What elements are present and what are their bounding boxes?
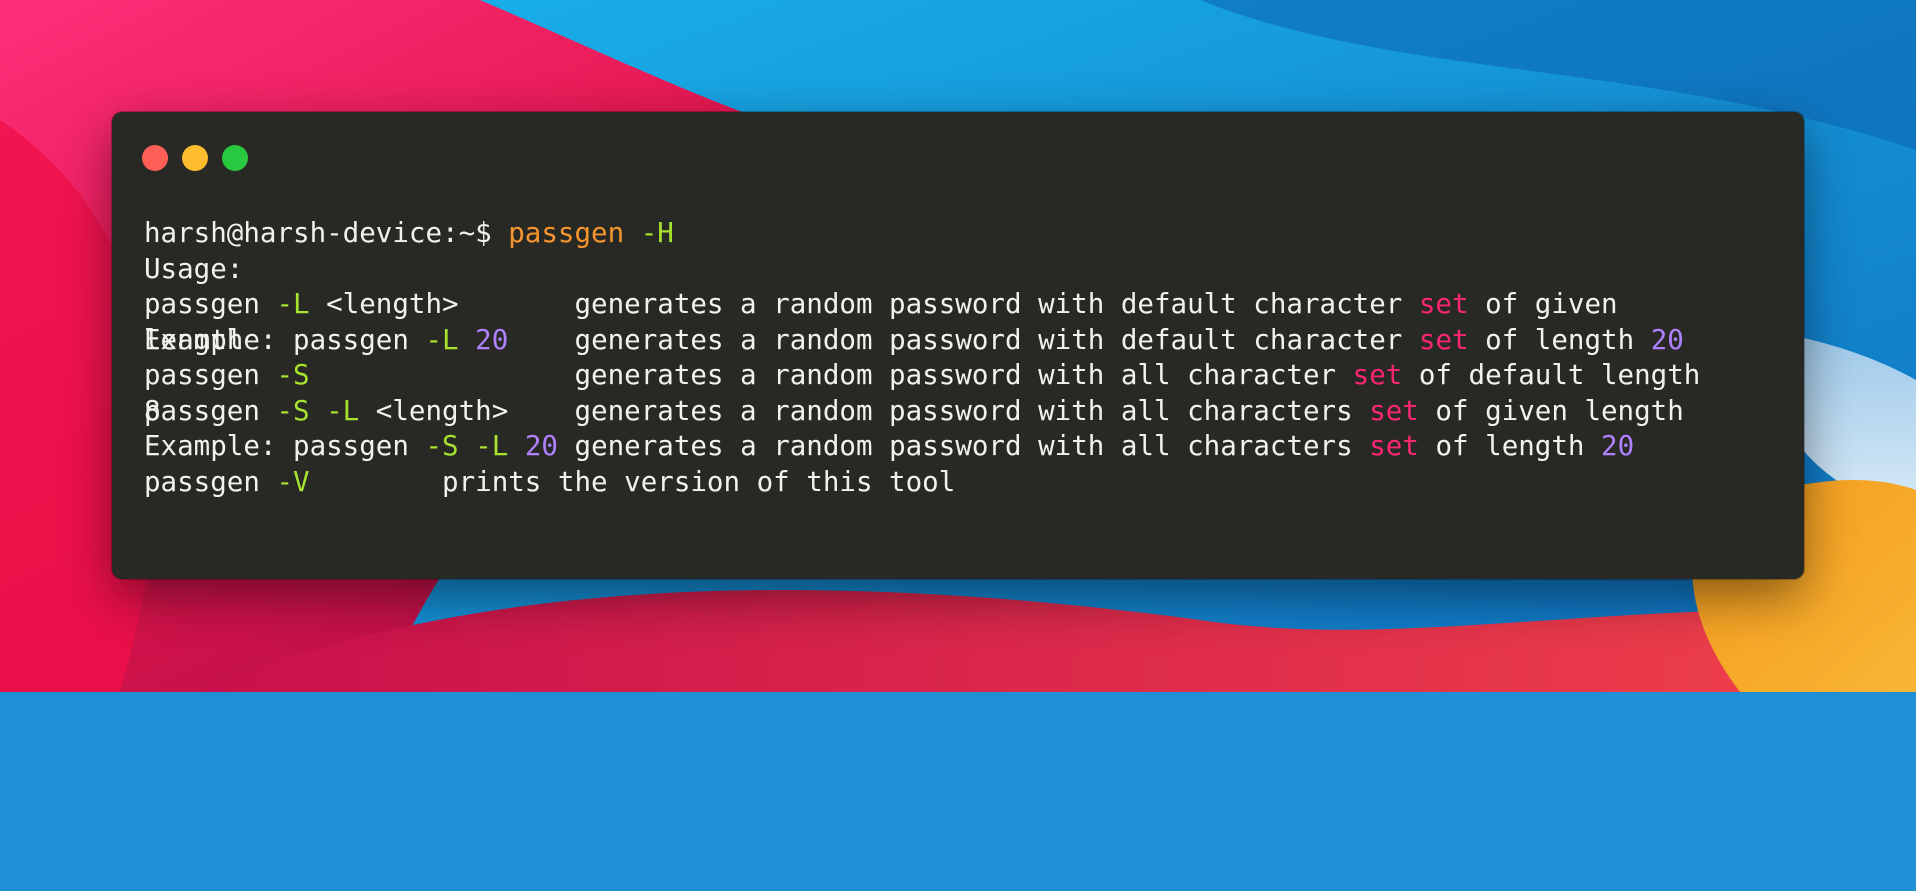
terminal-output[interactable]: harsh@harsh-device:~$ passgen -H Usage: … bbox=[144, 216, 1784, 891]
help-line: Example: passgen -S -L 20 generates a ra… bbox=[144, 430, 1635, 462]
command-flag: -H bbox=[640, 217, 674, 249]
terminal-window[interactable]: harsh@harsh-device:~$ passgen -H Usage: … bbox=[112, 112, 1804, 579]
help-line: passgen -L <length> generates a random p… bbox=[144, 288, 1618, 320]
help-line: Example: passgen -L 20 generates a rando… bbox=[144, 323, 1684, 356]
window-controls bbox=[142, 145, 248, 171]
close-button[interactable] bbox=[142, 145, 168, 171]
usage-heading: Usage: bbox=[144, 252, 244, 285]
shell-prompt: harsh@harsh-device:~$ bbox=[144, 217, 492, 249]
minimize-button[interactable] bbox=[182, 145, 208, 171]
maximize-button[interactable] bbox=[222, 145, 248, 171]
command-name: passgen bbox=[508, 217, 625, 249]
help-line: passgen -V prints the version of this to… bbox=[144, 465, 956, 498]
help-line: passgen -S generates a random password w… bbox=[144, 359, 1701, 391]
command-line: harsh@harsh-device:~$ passgen -H bbox=[144, 216, 674, 252]
help-line: passgen -S -L <length> generates a rando… bbox=[144, 394, 1684, 427]
